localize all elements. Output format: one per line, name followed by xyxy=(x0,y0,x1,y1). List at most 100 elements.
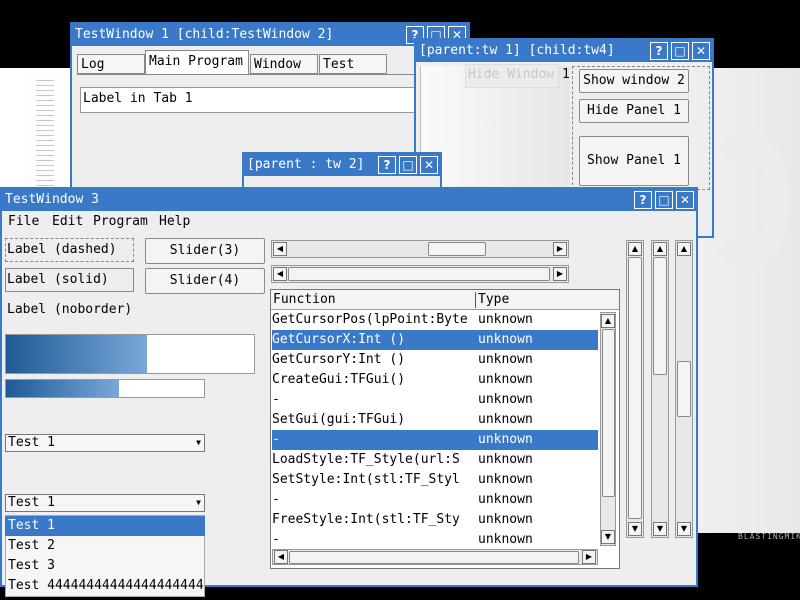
scrollbar-thumb[interactable] xyxy=(289,551,579,564)
help-icon[interactable]: ? xyxy=(378,156,396,174)
column-header-function[interactable]: Function xyxy=(273,292,336,307)
table-cell-type: unknown xyxy=(478,512,533,527)
tab-main-program[interactable]: Main Program xyxy=(145,50,249,74)
progress-bar-large xyxy=(5,334,255,374)
tw2-titlebar[interactable]: [parent : tw 2] ? □ ✕ xyxy=(244,154,440,176)
tab-test[interactable]: Test xyxy=(319,54,387,74)
table-row[interactable]: FreeStyle:Int(stl:TF_Sty unknown xyxy=(272,510,598,530)
table-cell-type: unknown xyxy=(478,472,533,487)
table-row[interactable]: GetCursorPos(lpPoint:Byte unknown xyxy=(272,310,598,330)
table-cell-function: GetCursorY:Int () xyxy=(272,352,406,367)
arrow-down-icon[interactable]: ▼ xyxy=(653,522,667,536)
table-cell-type: unknown xyxy=(478,492,533,507)
arrow-up-icon[interactable]: ▲ xyxy=(628,242,642,256)
tab-log[interactable]: Log xyxy=(77,54,145,74)
show-window-2-button[interactable]: Show window 2 xyxy=(579,69,689,93)
horizontal-scrollbar-2[interactable]: ◀ ▶ xyxy=(271,265,569,283)
maximize-icon[interactable]: □ xyxy=(399,156,417,174)
dropdown-item[interactable]: Test 3 xyxy=(5,556,205,576)
hide-panel-1-button[interactable]: Hide Panel 1 xyxy=(579,99,689,123)
maximize-icon[interactable]: □ xyxy=(671,42,689,60)
arrow-down-icon[interactable]: ▼ xyxy=(601,530,615,544)
column-divider xyxy=(475,292,476,308)
tab-window[interactable]: Window xyxy=(250,54,318,74)
arrow-right-icon[interactable]: ▶ xyxy=(553,242,567,256)
table-row[interactable]: - unknown xyxy=(272,490,598,510)
menu-file[interactable]: File xyxy=(8,214,39,229)
table-row[interactable]: - unknown xyxy=(272,430,598,450)
scrollbar-thumb[interactable] xyxy=(428,242,486,256)
help-icon[interactable]: ? xyxy=(634,191,652,209)
scrollbar-thumb[interactable] xyxy=(628,257,642,519)
menu-program[interactable]: Program xyxy=(93,214,148,229)
arrow-left-icon[interactable]: ◀ xyxy=(273,242,287,256)
desktop-brand-text: BLASTINGMIKE xyxy=(738,532,800,541)
progress-bar-small xyxy=(5,379,205,398)
dropdown-item[interactable]: Test 44444444444444444444 xyxy=(5,576,205,596)
table-cell-function: FreeStyle:Int(stl:TF_Sty xyxy=(272,512,460,527)
table-cell-function: SetGui(gui:TFGui) xyxy=(272,412,406,427)
slider-3-button[interactable]: Slider(3) xyxy=(145,238,265,264)
test-window-3-titlebar[interactable]: TestWindow 3 ? □ ✕ xyxy=(2,189,696,211)
arrow-left-icon[interactable]: ◀ xyxy=(274,550,288,564)
combo-box-2-value: Test 1 xyxy=(8,495,55,510)
dropdown-item[interactable]: Test 1 xyxy=(5,516,205,536)
table-row[interactable]: CreateGui:TFGui() unknown xyxy=(272,370,598,390)
scrollbar-thumb[interactable] xyxy=(602,329,615,497)
table-cell-type: unknown xyxy=(478,532,533,547)
table-row[interactable]: - unknown xyxy=(272,390,598,410)
vertical-scrollbar-3[interactable]: ▲ ▼ xyxy=(675,240,693,538)
tw4-titlebar[interactable]: [parent:tw 1] [child:tw4] ? □ ✕ xyxy=(416,40,712,62)
menu-help[interactable]: Help xyxy=(159,214,190,229)
maximize-icon[interactable]: □ xyxy=(655,191,673,209)
close-icon[interactable]: ✕ xyxy=(420,156,438,174)
table-cell-type: unknown xyxy=(478,392,533,407)
scrollbar-thumb[interactable] xyxy=(653,257,667,375)
progress-bar-large-fill xyxy=(6,335,148,373)
test-window-1-titlebar[interactable]: TestWindow 1 [child:TestWindow 2] ? □ ✕ xyxy=(72,24,468,46)
arrow-up-icon[interactable]: ▲ xyxy=(677,242,691,256)
show-panel-1-button[interactable]: Show Panel 1 xyxy=(579,136,689,186)
close-icon[interactable]: ✕ xyxy=(692,42,710,60)
vertical-scrollbar-2[interactable]: ▲ ▼ xyxy=(651,240,669,538)
dropdown-item[interactable]: Test 2 xyxy=(5,536,205,556)
table-row[interactable]: GetCursorY:Int () unknown xyxy=(272,350,598,370)
combo-box-1[interactable]: Test 1 ▼ xyxy=(5,434,205,452)
hide-window-button-label: Hide Window xyxy=(468,67,555,82)
label-solid: Label (solid) xyxy=(7,272,109,287)
arrow-left-icon[interactable]: ◀ xyxy=(273,267,287,281)
scrollbar-thumb[interactable] xyxy=(677,361,691,417)
arrow-down-icon[interactable]: ▼ xyxy=(628,522,642,536)
table-vertical-scrollbar[interactable]: ▲ ▼ xyxy=(600,312,616,546)
table-cell-function: - xyxy=(272,432,280,447)
chevron-down-icon[interactable]: ▼ xyxy=(196,495,201,511)
horizontal-scrollbar-1[interactable]: ◀ ▶ xyxy=(271,240,569,258)
chevron-down-icon[interactable]: ▼ xyxy=(196,435,201,451)
arrow-up-icon[interactable]: ▲ xyxy=(601,314,615,328)
help-icon[interactable]: ? xyxy=(650,42,668,60)
table-cell-function: - xyxy=(272,392,280,407)
column-header-type[interactable]: Type xyxy=(478,292,509,307)
table-row[interactable]: LoadStyle:TF_Style(url:S unknown xyxy=(272,450,598,470)
arrow-right-icon[interactable]: ▶ xyxy=(553,267,567,281)
arrow-up-icon[interactable]: ▲ xyxy=(653,242,667,256)
combo-box-2[interactable]: Test 1 ▼ xyxy=(5,494,205,512)
table-row[interactable]: - unknown xyxy=(272,530,598,550)
table-cell-function: CreateGui:TFGui() xyxy=(272,372,406,387)
close-icon[interactable]: ✕ xyxy=(676,191,694,209)
table-cell-type: unknown xyxy=(478,412,533,427)
table-horizontal-scrollbar[interactable]: ◀ ▶ xyxy=(272,549,598,565)
slider-4-button[interactable]: Slider(4) xyxy=(145,268,265,294)
combo-box-1-value: Test 1 xyxy=(8,435,55,450)
menu-edit[interactable]: Edit xyxy=(52,214,83,229)
table-row[interactable]: SetStyle:Int(stl:TF_Styl unknown xyxy=(272,470,598,490)
desktop-document-thumbnail xyxy=(36,80,54,190)
arrow-right-icon[interactable]: ▶ xyxy=(582,550,596,564)
progress-bar-small-fill xyxy=(6,380,119,397)
table-row[interactable]: SetGui(gui:TFGui) unknown xyxy=(272,410,598,430)
table-row[interactable]: GetCursorX:Int () unknown xyxy=(272,330,598,350)
table-cell-function: LoadStyle:TF_Style(url:S xyxy=(272,452,460,467)
vertical-scrollbar-1[interactable]: ▲ ▼ xyxy=(626,240,644,538)
scrollbar-thumb[interactable] xyxy=(288,267,550,281)
arrow-down-icon[interactable]: ▼ xyxy=(677,522,691,536)
